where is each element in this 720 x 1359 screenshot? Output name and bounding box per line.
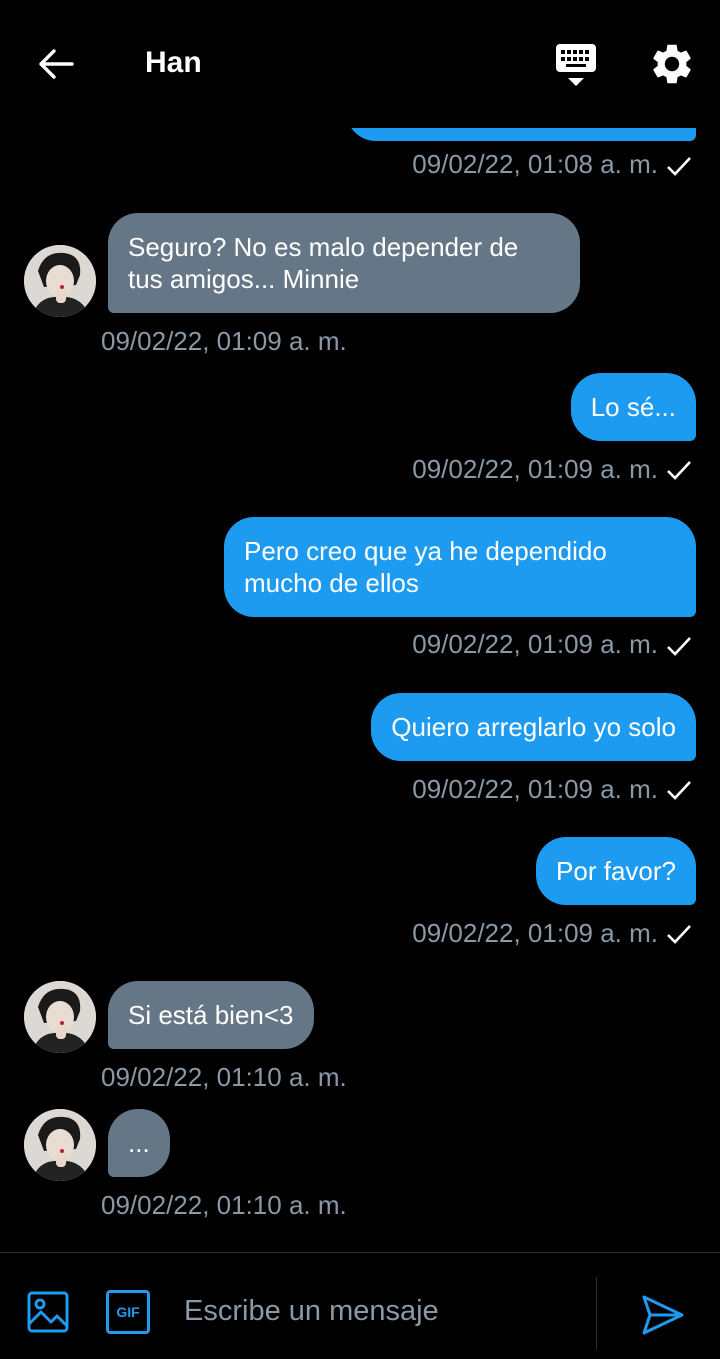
message-text: mucho de ellos xyxy=(244,568,419,598)
keyboard-icon xyxy=(556,44,596,86)
avatar[interactable] xyxy=(24,245,96,317)
message-bubble-outgoing[interactable]: Quiero arreglarlo yo solo xyxy=(371,693,696,761)
message-text: ... xyxy=(128,1128,150,1158)
send-button[interactable] xyxy=(640,1293,686,1337)
message-timestamp: 09/02/22, 01:10 a. m. xyxy=(101,1190,347,1220)
conversation-title: Han xyxy=(145,46,202,79)
keyboard-button[interactable] xyxy=(552,40,600,90)
message-bubble-outgoing[interactable]: Lo sé... xyxy=(570,373,696,441)
gear-icon xyxy=(653,44,691,84)
avatar[interactable] xyxy=(24,1109,96,1181)
message-bubble-outgoing[interactable]: Por favor? xyxy=(536,837,696,905)
back-button[interactable] xyxy=(34,44,78,84)
gif-icon: GIF xyxy=(116,1304,140,1320)
message-text: Por favor? xyxy=(556,856,676,886)
composer-divider xyxy=(596,1277,597,1349)
message-timestamp: 09/02/22, 01:08 a. m. xyxy=(412,149,658,179)
message-text: Pero creo que ya he dependido xyxy=(244,536,607,566)
add-gif-button[interactable]: GIF xyxy=(106,1290,150,1334)
message-composer: GIF xyxy=(0,1252,720,1359)
message-text: Quiero arreglarlo yo solo xyxy=(391,712,676,742)
message-input[interactable] xyxy=(184,1287,584,1335)
read-check-icon xyxy=(667,781,691,800)
message-thread[interactable]: 09/02/22, 01:08 a. m. Seguro? No es malo… xyxy=(0,0,720,1252)
message-timestamp: 09/02/22, 01:10 a. m. xyxy=(101,1062,347,1092)
message-timestamp: 09/02/22, 01:09 a. m. xyxy=(412,774,658,804)
message-timestamp: 09/02/22, 01:09 a. m. xyxy=(412,629,658,659)
send-icon xyxy=(642,1295,684,1335)
message-bubble-incoming[interactable]: Si está bien<3 xyxy=(108,981,314,1049)
add-image-button[interactable] xyxy=(26,1290,70,1334)
message-text: Si está bien<3 xyxy=(128,1000,294,1030)
message-text: Seguro? No es malo depender de xyxy=(128,232,519,262)
read-check-icon xyxy=(667,157,691,176)
top-bar: Han xyxy=(0,0,720,128)
message-text: Lo sé... xyxy=(590,392,676,422)
message-bubble-incoming[interactable]: ... xyxy=(108,1109,170,1177)
message-timestamp: 09/02/22, 01:09 a. m. xyxy=(412,918,658,948)
read-check-icon xyxy=(667,461,691,480)
read-check-icon xyxy=(667,637,691,656)
read-check-icon xyxy=(667,925,691,944)
image-icon xyxy=(27,1291,69,1333)
message-bubble-outgoing[interactable]: Pero creo que ya he dependido mucho de e… xyxy=(224,517,696,617)
avatar[interactable] xyxy=(24,981,96,1053)
arrow-left-icon xyxy=(39,49,74,79)
message-text: tus amigos... Minnie xyxy=(128,264,360,294)
message-timestamp: 09/02/22, 01:09 a. m. xyxy=(101,326,347,356)
message-bubble-incoming[interactable]: Seguro? No es malo depender de tus amigo… xyxy=(108,213,580,313)
settings-button[interactable] xyxy=(648,40,696,88)
message-timestamp: 09/02/22, 01:09 a. m. xyxy=(412,454,658,484)
